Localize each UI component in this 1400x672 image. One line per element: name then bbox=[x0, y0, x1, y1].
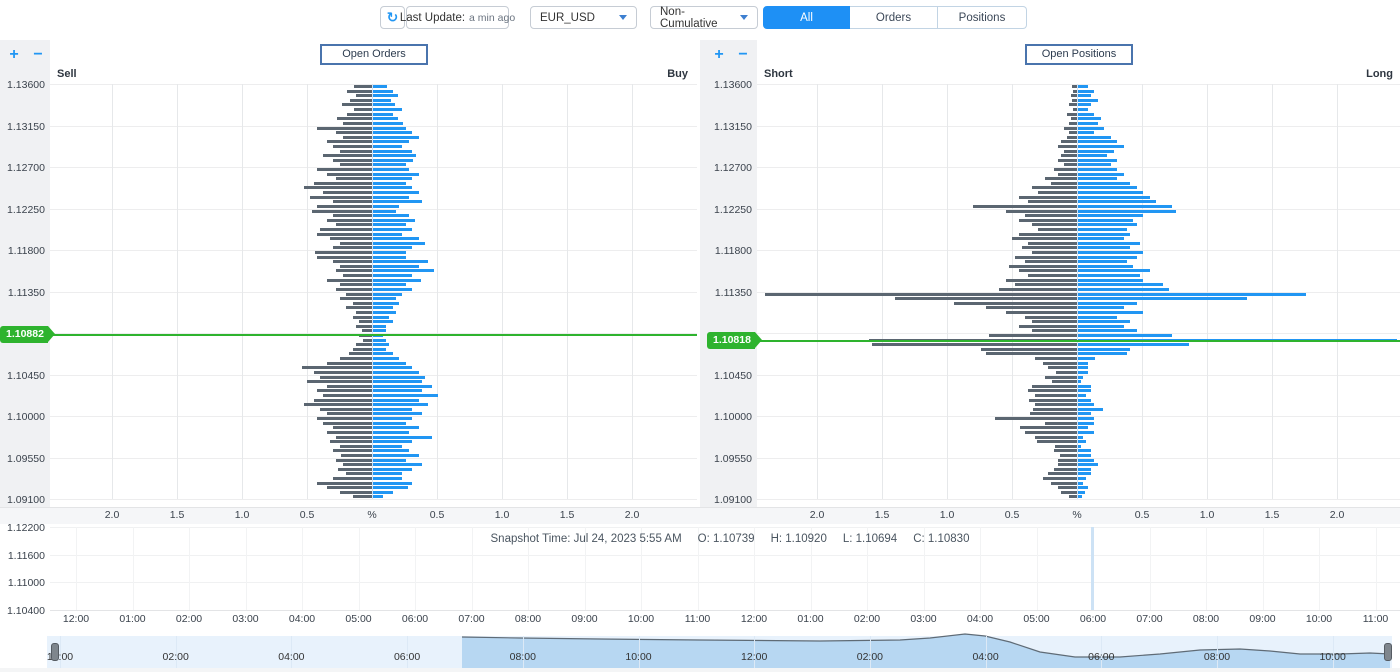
time-tick-label: 06:00 bbox=[398, 613, 432, 625]
navigator-time-label: 02:00 bbox=[156, 651, 196, 663]
price-tick-label: 1.11800 bbox=[0, 245, 45, 257]
navigator-time-label: 12:00 bbox=[40, 651, 80, 663]
time-tick-label: 12:00 bbox=[737, 613, 771, 625]
navigator-time-label: 06:00 bbox=[387, 651, 427, 663]
navigator-area-chart bbox=[0, 0, 1400, 672]
pct-tick-label: 2.0 bbox=[800, 509, 834, 521]
time-tick-label: 07:00 bbox=[455, 613, 489, 625]
pct-tick-label: 1.0 bbox=[1190, 509, 1224, 521]
time-tick-label: 05:00 bbox=[342, 613, 376, 625]
bottom-strip bbox=[0, 668, 1400, 672]
pct-tick-label: 1.0 bbox=[485, 509, 519, 521]
time-tick-label: 11:00 bbox=[681, 613, 715, 625]
price-tick-label: 1.09550 bbox=[700, 453, 752, 465]
time-tick-label: 10:00 bbox=[1302, 613, 1336, 625]
time-tick-label: 08:00 bbox=[1189, 613, 1223, 625]
time-tick-label: 03:00 bbox=[907, 613, 941, 625]
time-tick-label: 09:00 bbox=[1246, 613, 1280, 625]
pct-tick-label: % bbox=[1060, 509, 1094, 521]
price-tick-label: 1.12250 bbox=[700, 204, 752, 216]
time-tick-label: 01:00 bbox=[794, 613, 828, 625]
oanda-orderbook-app: ↻ Last Update: a min ago EUR_USD Non-Cum… bbox=[0, 0, 1400, 672]
price-tick-label: 1.13150 bbox=[700, 121, 752, 133]
price-tick-label: 1.11800 bbox=[700, 245, 752, 257]
pct-tick-label: 1.0 bbox=[930, 509, 964, 521]
price-tick-label: 1.09100 bbox=[0, 494, 45, 506]
price-tick-label: 1.13600 bbox=[700, 79, 752, 91]
pct-tick-label: 0.5 bbox=[1125, 509, 1159, 521]
price-tick-label: 1.11600 bbox=[0, 550, 45, 562]
pct-tick-label: 0.5 bbox=[290, 509, 324, 521]
price-tick-label: 1.10450 bbox=[0, 370, 45, 382]
pct-tick-label: 1.5 bbox=[1255, 509, 1289, 521]
navigator-time-label: 10:00 bbox=[1313, 651, 1353, 663]
time-tick-label: 02:00 bbox=[172, 613, 206, 625]
time-tick-label: 01:00 bbox=[116, 613, 150, 625]
time-tick-label: 04:00 bbox=[285, 613, 319, 625]
pct-tick-label: 1.5 bbox=[865, 509, 899, 521]
time-tick-label: 09:00 bbox=[568, 613, 602, 625]
pct-tick-label: 0.5 bbox=[995, 509, 1029, 521]
time-tick-label: 03:00 bbox=[229, 613, 263, 625]
price-tick-label: 1.10000 bbox=[700, 411, 752, 423]
price-tick-label: 1.11000 bbox=[0, 577, 45, 589]
time-tick-label: 05:00 bbox=[1020, 613, 1054, 625]
price-tick-label: 1.13600 bbox=[0, 79, 45, 91]
navigator-time-label: 04:00 bbox=[966, 651, 1006, 663]
navigator-time-label: 04:00 bbox=[271, 651, 311, 663]
price-tick-label: 1.11350 bbox=[0, 287, 45, 299]
navigator-time-label: 08:00 bbox=[1197, 651, 1237, 663]
pct-tick-label: 0.5 bbox=[420, 509, 454, 521]
price-tick-label: 1.09550 bbox=[0, 453, 45, 465]
pct-tick-label: 1.0 bbox=[225, 509, 259, 521]
navigator-time-label: 08:00 bbox=[503, 651, 543, 663]
navigator-right-handle[interactable] bbox=[1384, 643, 1392, 661]
time-tick-label: 04:00 bbox=[963, 613, 997, 625]
price-tick-label: 1.10000 bbox=[0, 411, 45, 423]
price-tick-label: 1.12700 bbox=[0, 162, 45, 174]
time-tick-label: 06:00 bbox=[1076, 613, 1110, 625]
price-tick-label: 1.11350 bbox=[700, 287, 752, 299]
time-tick-label: 02:00 bbox=[850, 613, 884, 625]
pct-tick-label: 2.0 bbox=[95, 509, 129, 521]
price-tick-label: 1.12200 bbox=[0, 522, 45, 534]
navigator-time-label: 06:00 bbox=[1081, 651, 1121, 663]
pct-tick-label: 1.5 bbox=[160, 509, 194, 521]
pct-tick-label: 2.0 bbox=[1320, 509, 1354, 521]
time-tick-label: 12:00 bbox=[59, 613, 93, 625]
price-tick-label: 1.12700 bbox=[700, 162, 752, 174]
time-tick-label: 07:00 bbox=[1133, 613, 1167, 625]
price-tick-label: 1.10450 bbox=[700, 370, 752, 382]
pct-tick-label: 2.0 bbox=[615, 509, 649, 521]
price-tick-label: 1.13150 bbox=[0, 121, 45, 133]
navigator-time-label: 02:00 bbox=[850, 651, 890, 663]
price-tick-label: 1.09100 bbox=[700, 494, 752, 506]
price-tick-label: 1.10400 bbox=[0, 605, 45, 617]
price-tick-label: 1.12250 bbox=[0, 204, 45, 216]
navigator-time-label: 12:00 bbox=[734, 651, 774, 663]
navigator-left-handle[interactable] bbox=[51, 643, 59, 661]
pct-tick-label: % bbox=[355, 509, 389, 521]
time-tick-label: 11:00 bbox=[1359, 613, 1393, 625]
time-tick-label: 10:00 bbox=[624, 613, 658, 625]
navigator-time-label: 10:00 bbox=[619, 651, 659, 663]
pct-tick-label: 1.5 bbox=[550, 509, 584, 521]
time-tick-label: 08:00 bbox=[511, 613, 545, 625]
